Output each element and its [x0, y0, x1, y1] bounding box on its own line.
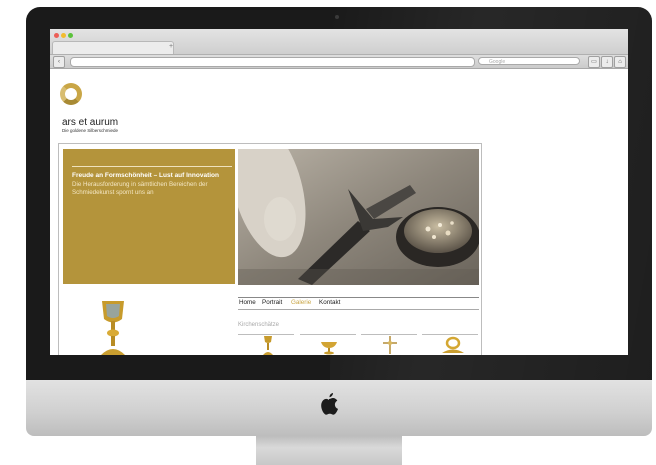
site-name[interactable]: ars et aurum [62, 117, 118, 128]
menu-home[interactable]: Home [239, 299, 256, 306]
apple-logo-icon [321, 393, 338, 415]
chalice-image[interactable] [96, 299, 130, 355]
section-title: Kirchenschätze [238, 322, 280, 328]
thumb-ring-vessel-image[interactable] [440, 335, 466, 355]
address-bar[interactable] [70, 57, 475, 67]
browser-window: + ‹ Google ▭ ↓ ⌂ ars et aurum Die golden… [50, 29, 628, 355]
menu-galerie[interactable]: Galerie [291, 299, 311, 306]
new-tab-button[interactable]: + [165, 42, 177, 52]
site-tagline: Die goldene Silberschmiede [62, 128, 119, 133]
thumb-cross-image[interactable] [381, 335, 399, 355]
zoom-window-button[interactable] [68, 33, 73, 38]
thumb-chalice-image[interactable] [261, 335, 275, 355]
thumb-bowl-image[interactable] [320, 335, 338, 355]
panel-divider [72, 166, 232, 167]
bookmarks-button[interactable]: ▭ [588, 56, 600, 68]
home-button[interactable]: ⌂ [614, 56, 626, 68]
browser-tab[interactable] [52, 41, 174, 54]
menu-portrait[interactable]: Portrait [262, 299, 282, 306]
download-button[interactable]: ↓ [601, 56, 613, 68]
menu-top-rule [238, 297, 479, 298]
hero-photo [238, 149, 479, 285]
hero-subline: Die Herausforderung in sämtlichen Bereic… [72, 181, 208, 196]
hero-text-panel [63, 149, 235, 284]
browser-toolbar: ‹ Google ▭ ↓ ⌂ [50, 55, 628, 69]
menu-bottom-rule [238, 309, 479, 310]
camera-icon [335, 15, 339, 19]
browser-tab-bar: + [50, 29, 628, 55]
minimize-window-button[interactable] [61, 33, 66, 38]
hero-headline: Freude an Formschönheit – Lust auf Innov… [72, 172, 219, 179]
close-window-button[interactable] [54, 33, 59, 38]
logo-ring-icon[interactable] [60, 83, 82, 105]
back-button[interactable]: ‹ [53, 56, 65, 68]
monitor-stand [256, 436, 402, 465]
search-field[interactable]: Google [478, 57, 580, 65]
menu-kontakt[interactable]: Kontakt [319, 299, 340, 306]
